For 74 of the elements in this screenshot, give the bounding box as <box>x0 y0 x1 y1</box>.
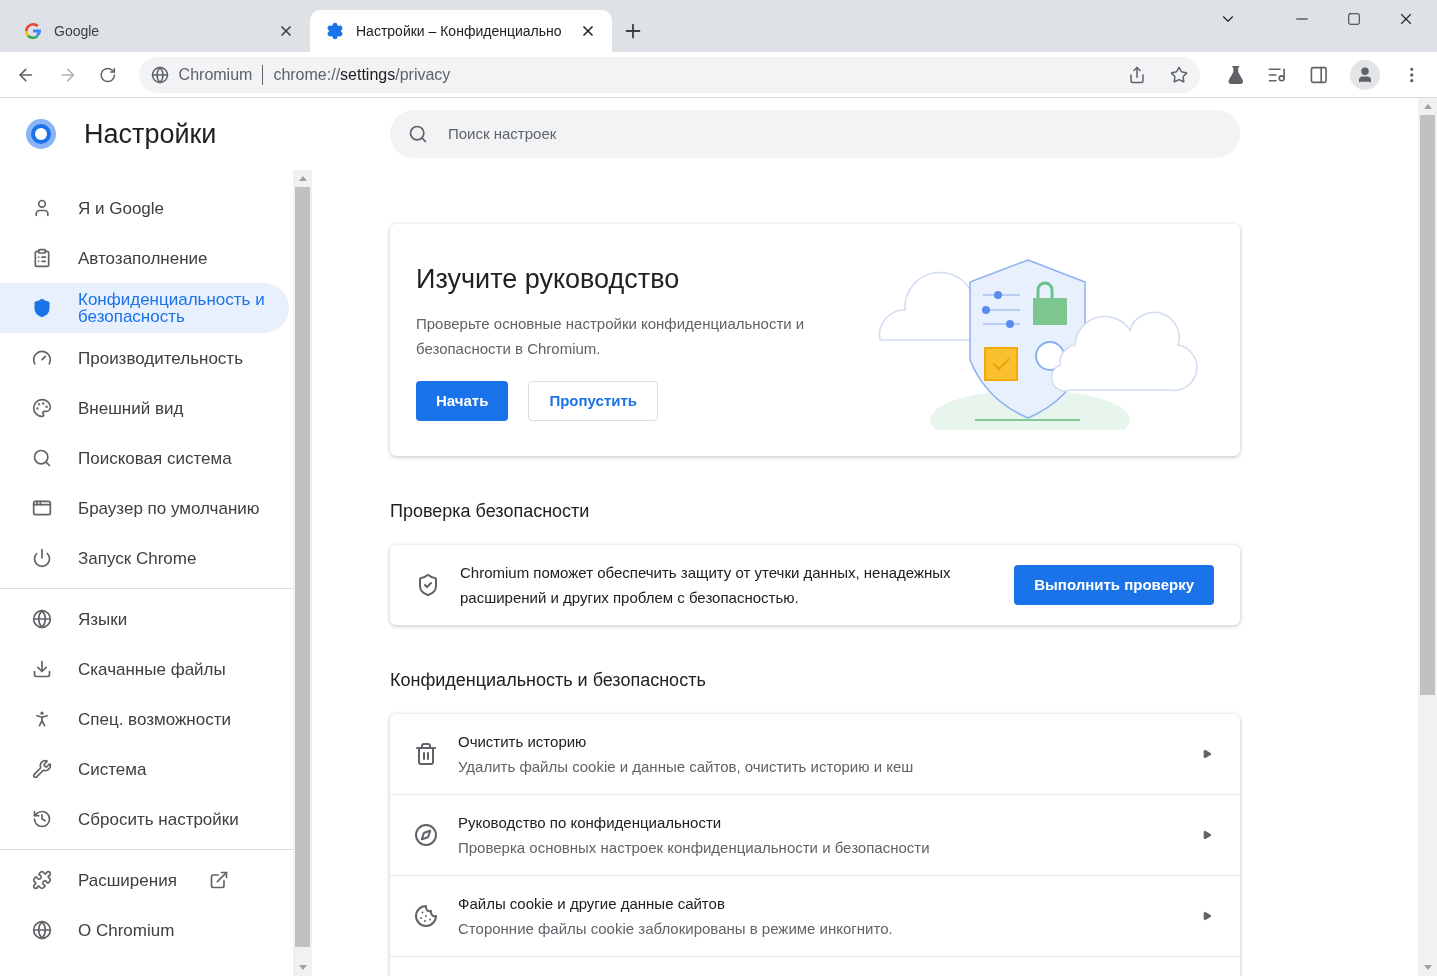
close-tab-icon[interactable] <box>580 23 596 39</box>
settings-title: Настройки <box>84 117 217 151</box>
sidebar-item[interactable]: Скачанные файлы <box>0 644 289 694</box>
row-title: Очистить историю <box>458 732 588 752</box>
card-title: Изучите руководство <box>416 262 681 296</box>
url-text: chrome://settings/privacy <box>273 64 451 85</box>
card-text: Проверьте основные настройки конфиденциальности и безопасности в Chromium. <box>416 314 806 360</box>
flask-icon[interactable] <box>1225 64 1246 85</box>
row-title: Файлы cookie и другие данные сайтов <box>458 894 726 914</box>
gauge-icon <box>32 348 52 368</box>
chromium-logo-icon <box>26 119 56 149</box>
tab-title: Настройки – Конфиденциально <box>356 21 563 41</box>
row-subtitle: Удалить файлы cookie и данные сайтов, очистить историю и кеш <box>458 757 915 777</box>
search-field[interactable]: Поиск настроек <box>390 110 1240 158</box>
address-bar[interactable]: Chromium chrome://settings/privacy <box>138 56 1200 93</box>
row-subtitle: Сторонние файлы cookie заблокированы в режиме инкогнито. <box>458 919 894 939</box>
sidebar-item[interactable]: Браузер по умолчанию <box>0 483 289 533</box>
wrench-icon <box>32 759 52 779</box>
profile-avatar[interactable] <box>1350 59 1380 90</box>
close-tab-icon[interactable] <box>278 23 294 39</box>
search-icon <box>408 124 428 144</box>
shield-check-icon <box>416 573 440 597</box>
settings-row[interactable]: Файлы cookie и другие данные сайтов Сторонние файлы cookie заблокированы в режиме инкогнито. <box>390 876 1240 957</box>
person-icon <box>32 198 52 218</box>
bookmark-star-icon[interactable] <box>1169 65 1188 84</box>
sidebar-item[interactable]: О Chromium <box>0 905 289 955</box>
site-name: Chromium <box>178 64 253 85</box>
compass-icon <box>414 823 438 847</box>
sidebar-item[interactable]: Система <box>0 744 289 794</box>
browser-tab[interactable]: Настройки – Конфиденциально <box>310 10 612 52</box>
sidebar-item[interactable]: Поисковая система <box>0 433 289 483</box>
external-link-icon[interactable] <box>208 870 229 890</box>
sidebar-item[interactable]: Производительность <box>0 333 289 383</box>
history-icon <box>32 809 52 829</box>
browser-window-icon <box>32 498 52 518</box>
row-subtitle: Проверка основных настроек конфиденциальности и безопасности <box>458 838 931 858</box>
sidebar-item[interactable]: Я и Google <box>0 183 289 233</box>
sidebar-item[interactable]: Сбросить настройки <box>0 794 289 844</box>
clipboard-icon <box>32 248 52 268</box>
sidebar-item[interactable]: Автозаполнение <box>0 233 289 283</box>
sidebar-item[interactable]: Конфиденциальность и безопасность <box>0 283 289 333</box>
skip-button[interactable]: Пропустить <box>528 381 659 422</box>
globe-icon <box>32 609 52 629</box>
shield-icon <box>32 298 52 318</box>
section-heading: Проверка безопасности <box>390 500 591 523</box>
browser-tab[interactable]: Google <box>8 10 310 52</box>
tab-title: Google <box>54 21 101 41</box>
start-button[interactable]: Начать <box>416 381 509 422</box>
side-panel-icon[interactable] <box>1308 64 1329 85</box>
sidebar-item[interactable]: Языки <box>0 594 289 644</box>
section-heading: Конфиденциальность и безопасность <box>390 669 707 692</box>
sidebar-item[interactable]: Запуск Chrome <box>0 533 289 583</box>
safety-check-text: Chromium поможет обеспечить защиту от утечки данных, ненадежных расширений и других проблем с безопасностью. <box>460 563 952 608</box>
arrow-right-icon <box>1202 911 1212 921</box>
sidebar-item[interactable]: Расширения <box>0 855 289 905</box>
arrow-right-icon <box>1202 830 1212 840</box>
row-title: Руководство по конфиденциальности <box>458 813 723 833</box>
maximize-icon[interactable] <box>1347 12 1361 26</box>
sidebar-item[interactable]: Внешний вид <box>0 383 289 433</box>
settings-row[interactable]: Очистить историю Удалить файлы cookie и данные сайтов, очистить историю и кеш <box>390 714 1240 795</box>
run-check-button[interactable]: Выполнить проверку <box>1014 565 1214 605</box>
download-icon <box>32 659 52 679</box>
trash-icon <box>414 742 438 766</box>
power-icon <box>32 548 52 568</box>
cookie-icon <box>414 904 438 928</box>
sidebar-item[interactable]: Спец. возможности <box>0 694 289 744</box>
search-icon <box>32 448 52 468</box>
palette-icon <box>32 398 52 418</box>
settings-row[interactable]: Руководство по конфиденциальности Проверка основных настроек конфиденциальности и безопасности <box>390 795 1240 876</box>
reload-icon[interactable] <box>99 65 117 84</box>
google-logo-icon <box>24 22 42 40</box>
share-icon[interactable] <box>1127 65 1146 84</box>
arrow-right-icon <box>1202 749 1212 759</box>
puzzle-icon <box>32 870 52 890</box>
